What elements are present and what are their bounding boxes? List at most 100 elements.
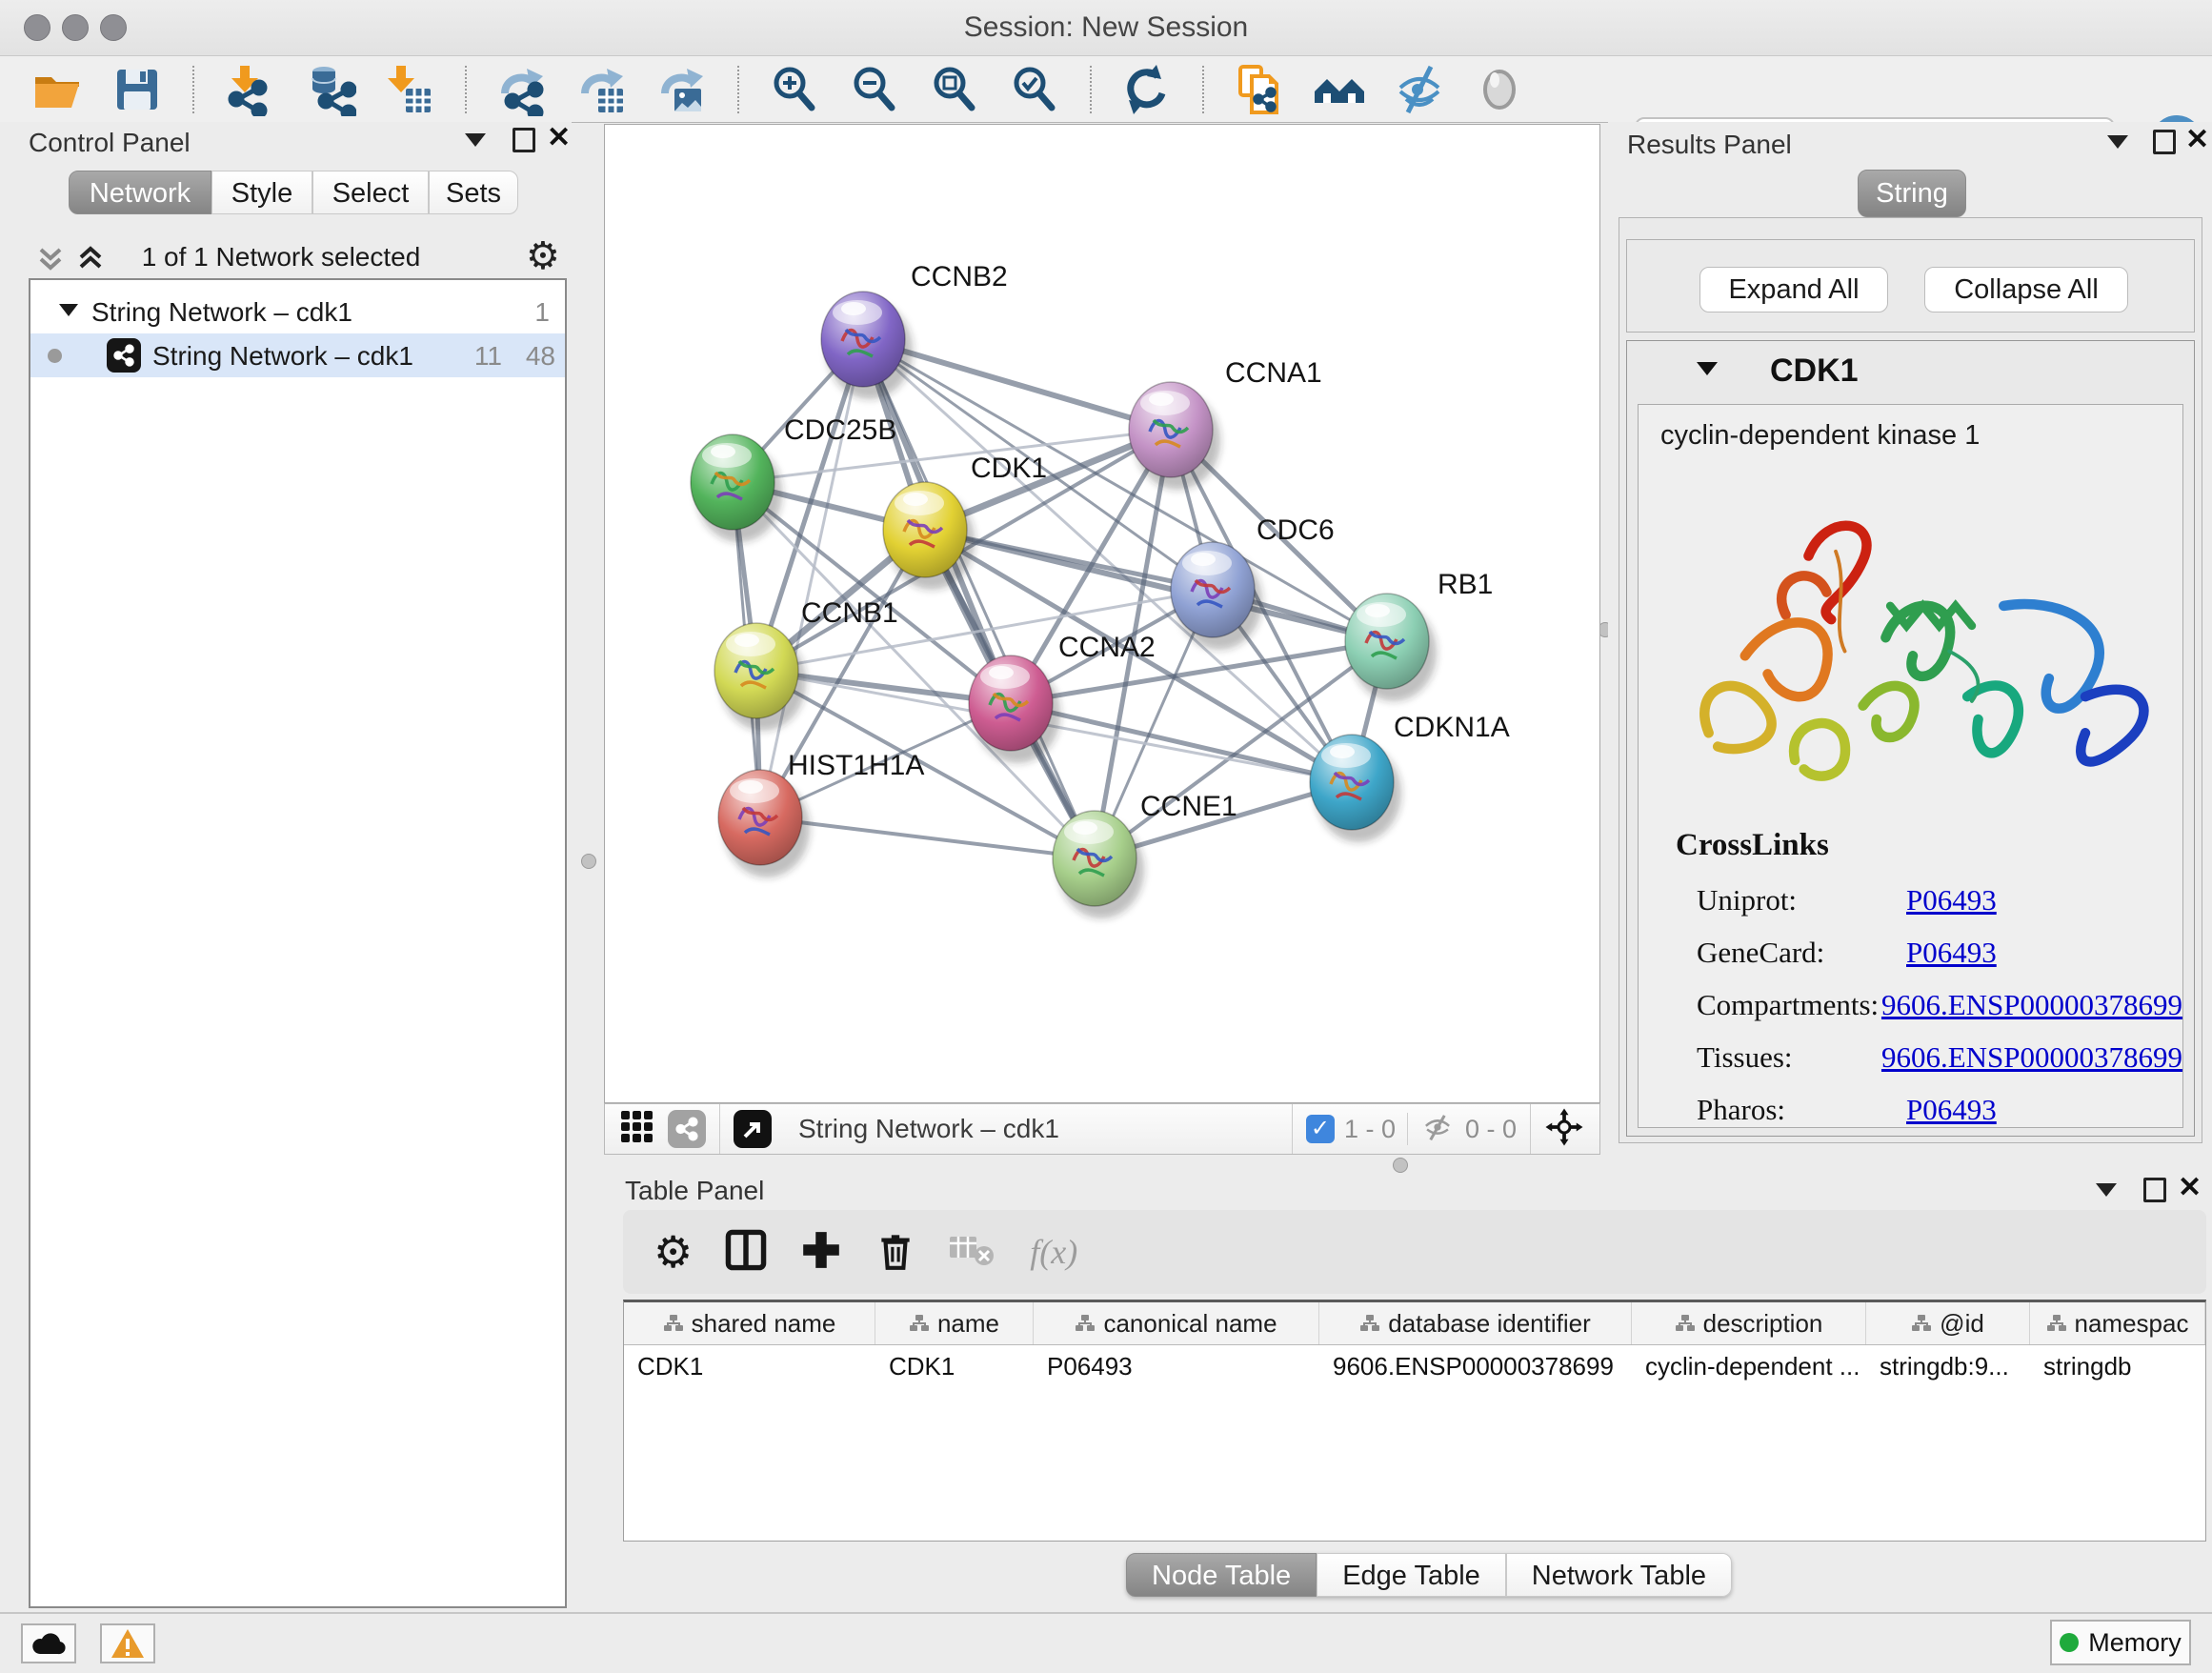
- network-collection-row[interactable]: String Network – cdk1 1: [30, 290, 565, 333]
- node-CCNE1[interactable]: [1053, 811, 1144, 918]
- crosslink-link[interactable]: 9606.ENSP00000378699: [1881, 988, 2182, 1022]
- column-header-label: canonical name: [1103, 1309, 1277, 1339]
- node-RB1[interactable]: [1345, 594, 1437, 701]
- zoom-in-icon[interactable]: [768, 63, 821, 116]
- horizontal-splitter-handle[interactable]: [1393, 1158, 1408, 1173]
- table-cell[interactable]: cyclin-dependent ...: [1632, 1345, 1866, 1387]
- open-session-icon[interactable]: [30, 63, 84, 116]
- column-header-description[interactable]: description: [1632, 1302, 1866, 1344]
- node-label-RB1: RB1: [1438, 569, 1493, 600]
- edge-CCNA2-CDKN1A[interactable]: [1011, 703, 1352, 782]
- crosslink-link[interactable]: P06493: [1906, 883, 1997, 917]
- node-HIST1H1A[interactable]: [718, 770, 810, 877]
- table-cell[interactable]: stringdb: [2030, 1345, 2205, 1387]
- tab-node-table[interactable]: Node Table: [1126, 1553, 1317, 1597]
- column-header-name[interactable]: name: [875, 1302, 1034, 1344]
- expand-all-button[interactable]: Expand All: [1699, 267, 1888, 312]
- cloud-button[interactable]: [21, 1623, 76, 1663]
- crosslink-link[interactable]: 9606.ENSP00000378699: [1881, 1040, 2182, 1075]
- network-graph[interactable]: CCNB2CCNA1CDC25BCDK1CDC6RB1CCNB1CCNA2CDK…: [605, 125, 1599, 1102]
- section-collapse-icon[interactable]: [1697, 362, 1718, 375]
- home-icon[interactable]: [1313, 63, 1366, 116]
- zoom-selected-icon[interactable]: [1008, 63, 1061, 116]
- network-view-toolbar: String Network – cdk1 ✓ 1 - 0 0 - 0: [604, 1103, 1600, 1155]
- delete-column-trash-icon[interactable]: [874, 1228, 917, 1277]
- import-network-icon[interactable]: [223, 63, 276, 116]
- open-in-new-icon[interactable]: [734, 1110, 772, 1148]
- crosslink-link[interactable]: P06493: [1906, 1093, 1997, 1127]
- tab-edge-table[interactable]: Edge Table: [1317, 1553, 1506, 1597]
- table-cell[interactable]: 9606.ENSP00000378699: [1319, 1345, 1632, 1387]
- show-columns-icon[interactable]: [723, 1227, 769, 1278]
- refresh-icon[interactable]: [1120, 63, 1174, 116]
- tab-sets[interactable]: Sets: [429, 171, 518, 214]
- tab-style[interactable]: Style: [211, 171, 312, 214]
- node-CDKN1A[interactable]: [1310, 735, 1401, 842]
- control-panel-title: Control Panel: [29, 128, 191, 158]
- table-row[interactable]: CDK1CDK1P064939606.ENSP00000378699cyclin…: [624, 1345, 2205, 1387]
- tab-network[interactable]: Network: [69, 171, 211, 214]
- float-panel-icon[interactable]: [2153, 130, 2176, 154]
- table-cell[interactable]: stringdb:9...: [1866, 1345, 2030, 1387]
- tab-select[interactable]: Select: [312, 171, 429, 214]
- float-panel-icon[interactable]: [2143, 1178, 2166, 1202]
- network-view-canvas[interactable]: CCNB2CCNA1CDC25BCDK1CDC6RB1CCNB1CCNA2CDK…: [604, 124, 1600, 1103]
- column-header-namespac[interactable]: namespac: [2030, 1302, 2205, 1344]
- create-column-icon[interactable]: [799, 1228, 843, 1277]
- collection-collapse-icon[interactable]: [59, 304, 78, 316]
- grid-view-icon[interactable]: [620, 1110, 654, 1149]
- selected-checkbox-icon[interactable]: ✓: [1306, 1115, 1335, 1143]
- gene-section-header[interactable]: CDK1: [1627, 341, 2194, 402]
- table-cell[interactable]: P06493: [1034, 1345, 1319, 1387]
- hide-selected-icon[interactable]: [1393, 63, 1446, 116]
- export-network-icon[interactable]: [495, 63, 549, 116]
- column-header-canonical-name[interactable]: canonical name: [1034, 1302, 1319, 1344]
- duplicate-network-icon[interactable]: [1233, 63, 1286, 116]
- warning-button[interactable]: [100, 1623, 155, 1663]
- node-table[interactable]: shared namename canonical name database id…: [623, 1300, 2206, 1542]
- node-CDK1[interactable]: [883, 482, 975, 590]
- table-cell[interactable]: CDK1: [875, 1345, 1034, 1387]
- zoom-out-icon[interactable]: [848, 63, 901, 116]
- zoom-fit-icon[interactable]: [928, 63, 981, 116]
- warning-icon: [111, 1628, 145, 1659]
- network-row-selected[interactable]: String Network – cdk1 11 48: [30, 333, 565, 377]
- table-cell[interactable]: CDK1: [624, 1345, 875, 1387]
- panel-menu-icon[interactable]: [465, 133, 486, 147]
- save-session-icon[interactable]: [111, 63, 164, 116]
- float-panel-icon[interactable]: [513, 128, 535, 152]
- export-image-icon[interactable]: [655, 63, 709, 116]
- show-all-icon[interactable]: [1473, 63, 1526, 116]
- column-header-shared-name[interactable]: shared name: [624, 1302, 875, 1344]
- node-CDC6[interactable]: [1171, 542, 1262, 650]
- node-CDC25B[interactable]: [691, 434, 782, 542]
- node-CCNA2[interactable]: [969, 655, 1060, 763]
- memory-button[interactable]: Memory: [2050, 1620, 2191, 1665]
- export-table-icon[interactable]: [575, 63, 629, 116]
- tab-network-table[interactable]: Network Table: [1506, 1553, 1732, 1597]
- table-header-row: shared namename canonical name database id…: [624, 1302, 2205, 1345]
- panel-menu-icon[interactable]: [2096, 1183, 2117, 1197]
- divider: [719, 1104, 720, 1154]
- close-panel-icon[interactable]: ✕: [2185, 129, 2209, 151]
- panel-menu-icon[interactable]: [2107, 135, 2128, 149]
- collapse-all-button[interactable]: Collapse All: [1924, 267, 2128, 312]
- node-CCNB2[interactable]: [821, 292, 913, 399]
- tab-string[interactable]: String: [1858, 170, 1966, 217]
- import-network-from-database-icon[interactable]: [303, 63, 356, 116]
- crosslink-link[interactable]: P06493: [1906, 936, 1997, 970]
- column-header-database-identifier[interactable]: database identifier: [1319, 1302, 1632, 1344]
- import-table-icon[interactable]: [383, 63, 436, 116]
- column-header-@id[interactable]: @id: [1866, 1302, 2030, 1344]
- table-options-gear-icon[interactable]: ⚙: [654, 1230, 693, 1274]
- edge-CCNB2-HIST1H1A[interactable]: [760, 339, 863, 817]
- edge-CDK1-RB1[interactable]: [925, 530, 1387, 641]
- close-panel-icon[interactable]: ✕: [547, 127, 571, 150]
- node-label-CDC25B: CDC25B: [784, 414, 896, 446]
- network-options-gear-icon[interactable]: ⚙: [526, 234, 560, 278]
- close-panel-icon[interactable]: ✕: [2178, 1177, 2202, 1199]
- birdseye-navigator-icon[interactable]: [1544, 1107, 1584, 1152]
- left-splitter-handle[interactable]: [581, 854, 596, 869]
- share-view-icon[interactable]: [668, 1110, 706, 1148]
- edge-HIST1H1A-CCNE1[interactable]: [760, 817, 1095, 858]
